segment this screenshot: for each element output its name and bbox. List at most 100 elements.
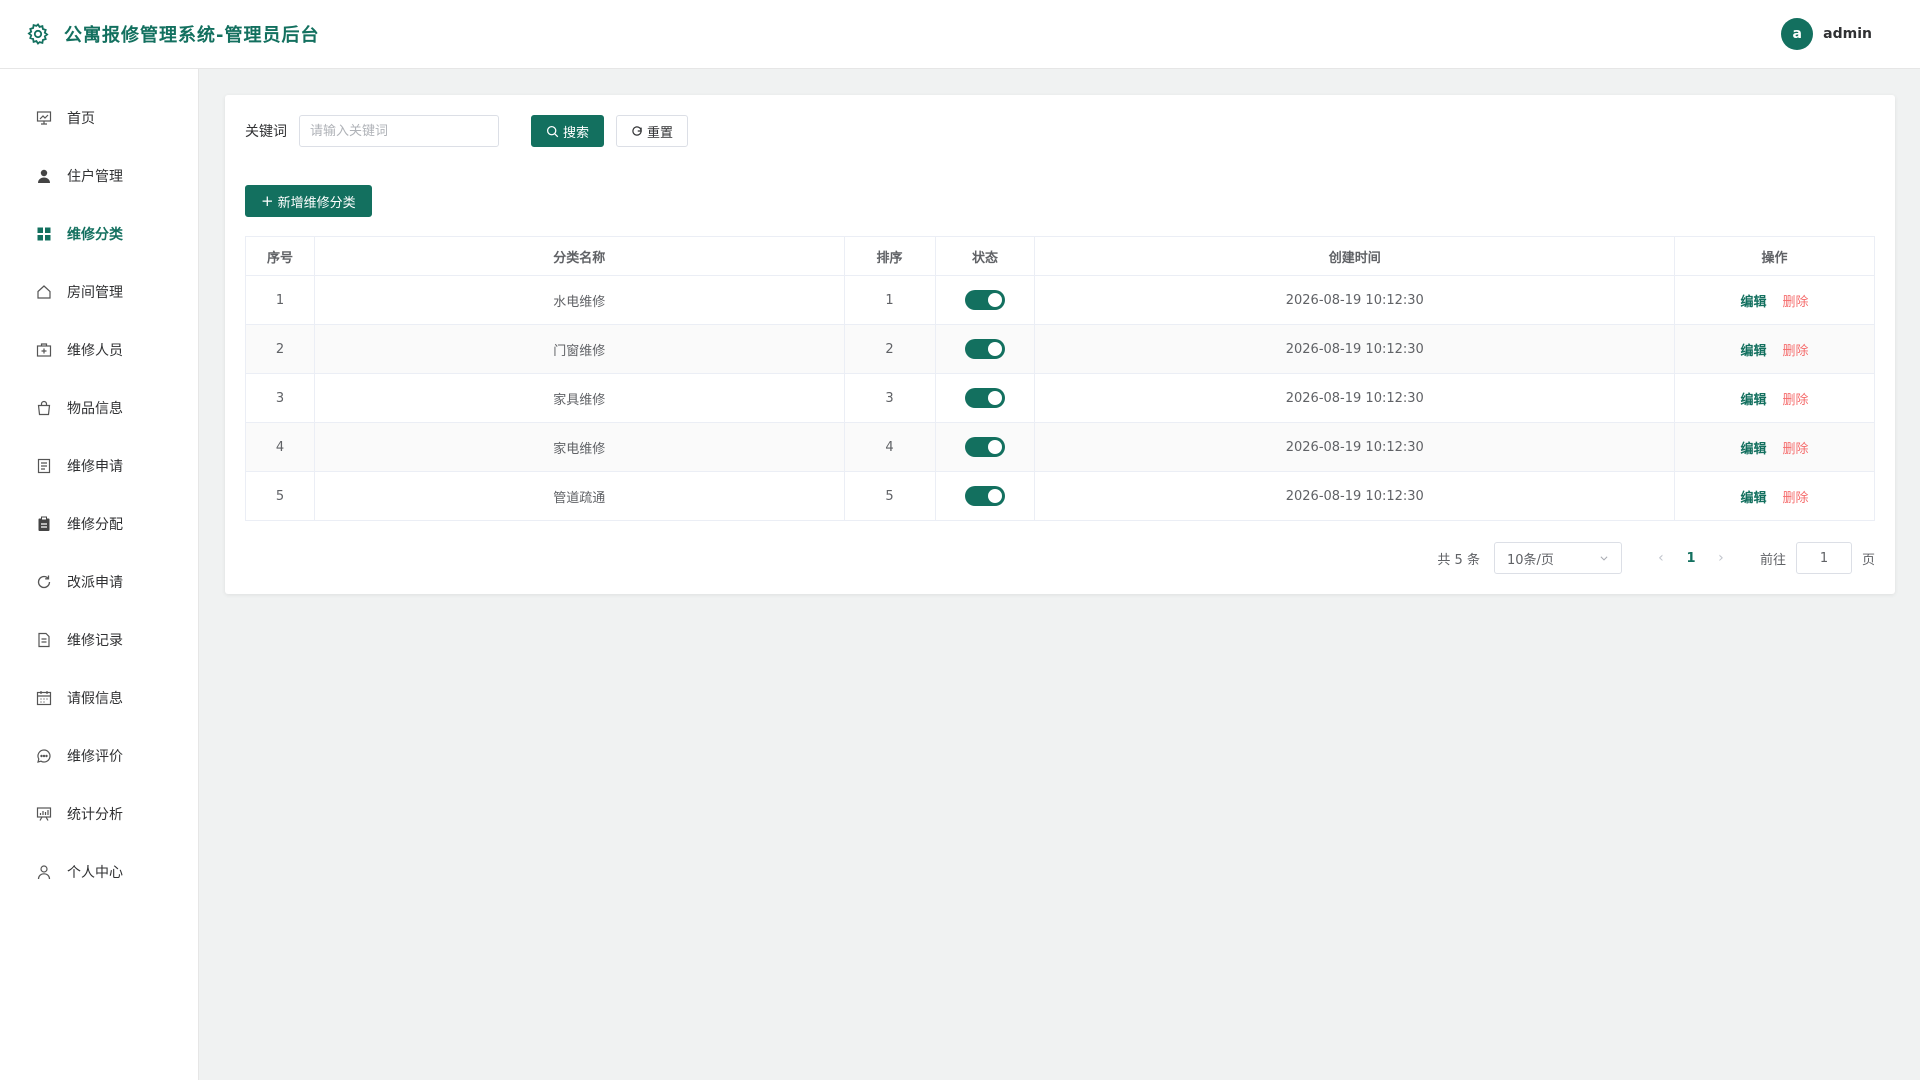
sidebar-item-residents[interactable]: 住户管理	[0, 147, 198, 205]
add-category-label: 新增维修分类	[277, 195, 356, 211]
content-card: 关键词 搜索 重置 + 新增维修分类 序号 分类名称 排序 状态 创建时间 操作	[225, 95, 1895, 594]
user-outline-icon	[35, 863, 53, 881]
top-header: 公寓报修管理系统-管理员后台 a admin	[0, 0, 1920, 69]
status-toggle[interactable]	[965, 486, 1005, 506]
user-menu[interactable]: a admin	[1781, 18, 1872, 50]
column-header: 操作	[1674, 236, 1875, 276]
delete-button[interactable]: 删除	[1783, 344, 1809, 359]
status-toggle[interactable]	[965, 388, 1005, 408]
brand: 公寓报修管理系统-管理员后台	[26, 21, 319, 47]
edit-button[interactable]: 编辑	[1741, 393, 1767, 408]
keyword-input[interactable]	[299, 115, 499, 147]
chat-bubble-icon	[35, 747, 53, 765]
cell-status	[934, 275, 1036, 325]
column-header: 创建时间	[1034, 236, 1676, 276]
cell-actions: 编辑 删除	[1674, 275, 1875, 325]
sidebar-item-label: 个人中心	[67, 865, 123, 881]
cell-sort: 1	[843, 275, 936, 325]
sidebar-item-label: 房间管理	[67, 285, 123, 301]
cell-sort: 4	[843, 422, 936, 472]
plus-icon: +	[261, 191, 274, 210]
presentation-chart-icon	[35, 805, 53, 823]
calendar-icon	[35, 689, 53, 707]
cell-created: 2026-08-19 10:12:30	[1034, 324, 1676, 374]
clipboard-icon	[35, 515, 53, 533]
category-table: 序号 分类名称 排序 状态 创建时间 操作 1 水电维修 1 2026-08-1…	[245, 236, 1875, 521]
refresh-icon	[632, 126, 642, 136]
sidebar-item-repair-requests[interactable]: 维修申请	[0, 437, 198, 495]
cell-index: 5	[245, 471, 315, 521]
delete-button[interactable]: 删除	[1783, 491, 1809, 506]
delete-button[interactable]: 删除	[1783, 393, 1809, 408]
sidebar-item-repair-staff[interactable]: 维修人员	[0, 321, 198, 379]
page-size-select[interactable]: 10条/页	[1493, 542, 1622, 574]
sidebar-item-items[interactable]: 物品信息	[0, 379, 198, 437]
edit-button[interactable]: 编辑	[1741, 442, 1767, 457]
sidebar-item-label: 住户管理	[67, 169, 123, 185]
cell-created: 2026-08-19 10:12:30	[1034, 422, 1676, 472]
sidebar-item-reassign[interactable]: 改派申请	[0, 553, 198, 611]
sidebar-item-rooms[interactable]: 房间管理	[0, 263, 198, 321]
search-icon	[546, 125, 559, 137]
sidebar-item-label: 维修记录	[67, 633, 123, 649]
cell-actions: 编辑 删除	[1674, 324, 1875, 374]
column-header: 排序	[843, 236, 936, 276]
goto-page-input[interactable]	[1795, 542, 1852, 574]
reset-button-label: 重置	[647, 125, 674, 141]
cell-status	[934, 373, 1036, 423]
sidebar-item-label: 物品信息	[67, 401, 123, 417]
sidebar-item-label: 改派申请	[67, 575, 123, 591]
reset-button[interactable]: 重置	[616, 115, 689, 147]
cell-name: 家电维修	[313, 422, 845, 472]
table-row: 3 家具维修 3 2026-08-19 10:12:30 编辑 删除	[245, 373, 1875, 423]
search-button[interactable]: 搜索	[531, 115, 605, 147]
status-toggle[interactable]	[965, 290, 1005, 310]
sidebar-item-repair-category[interactable]: 维修分类	[0, 205, 198, 263]
sidebar-item-label: 统计分析	[67, 807, 123, 823]
sidebar-item-label: 请假信息	[67, 691, 123, 707]
document-icon	[35, 457, 53, 475]
sidebar-item-statistics[interactable]: 统计分析	[0, 785, 198, 843]
username[interactable]: admin	[1823, 26, 1872, 42]
cell-status	[934, 324, 1036, 374]
edit-button[interactable]: 编辑	[1741, 491, 1767, 506]
grid-icon	[35, 225, 53, 243]
sidebar-item-repair-assign[interactable]: 维修分配	[0, 495, 198, 553]
next-page-button[interactable]: ›	[1706, 550, 1736, 566]
delete-button[interactable]: 删除	[1783, 442, 1809, 457]
page-suffix: 页	[1861, 552, 1875, 568]
cell-sort: 2	[843, 324, 936, 374]
edit-button[interactable]: 编辑	[1741, 295, 1767, 310]
cell-created: 2026-08-19 10:12:30	[1034, 471, 1676, 521]
cell-status	[934, 422, 1036, 472]
sidebar-item-reviews[interactable]: 维修评价	[0, 727, 198, 785]
table-row: 2 门窗维修 2 2026-08-19 10:12:30 编辑 删除	[245, 324, 1875, 374]
cell-index: 4	[245, 422, 315, 472]
refresh-icon	[35, 573, 53, 591]
cell-name: 门窗维修	[313, 324, 845, 374]
sidebar-item-leave[interactable]: 请假信息	[0, 669, 198, 727]
sidebar-item-repair-records[interactable]: 维修记录	[0, 611, 198, 669]
sidebar-item-home[interactable]: 首页	[0, 89, 198, 147]
search-button-label: 搜索	[563, 125, 590, 141]
gear-icon	[27, 23, 49, 45]
table-row: 4 家电维修 4 2026-08-19 10:12:30 编辑 删除	[245, 422, 1875, 472]
file-list-icon	[35, 631, 53, 649]
table-header-row: 序号 分类名称 排序 状态 创建时间 操作	[245, 236, 1875, 276]
prev-page-button[interactable]: ‹	[1646, 550, 1676, 566]
sidebar: 首页 住户管理 维修分类 房间管理 维修人员 物品信息 维修申请 维修分配 改派…	[0, 69, 199, 1080]
delete-button[interactable]: 删除	[1783, 295, 1809, 310]
edit-button[interactable]: 编辑	[1741, 344, 1767, 359]
status-toggle[interactable]	[965, 339, 1005, 359]
cell-sort: 5	[843, 471, 936, 521]
avatar[interactable]: a	[1781, 18, 1814, 50]
column-header: 序号	[245, 236, 315, 276]
sidebar-item-profile[interactable]: 个人中心	[0, 843, 198, 901]
cell-name: 水电维修	[313, 275, 845, 325]
page-number-current[interactable]: 1	[1676, 551, 1706, 566]
status-toggle[interactable]	[965, 437, 1005, 457]
add-category-button[interactable]: + 新增维修分类	[245, 185, 372, 217]
table-row: 5 管道疏通 5 2026-08-19 10:12:30 编辑 删除	[245, 471, 1875, 521]
table-row: 1 水电维修 1 2026-08-19 10:12:30 编辑 删除	[245, 275, 1875, 325]
shopping-bag-icon	[35, 399, 53, 417]
